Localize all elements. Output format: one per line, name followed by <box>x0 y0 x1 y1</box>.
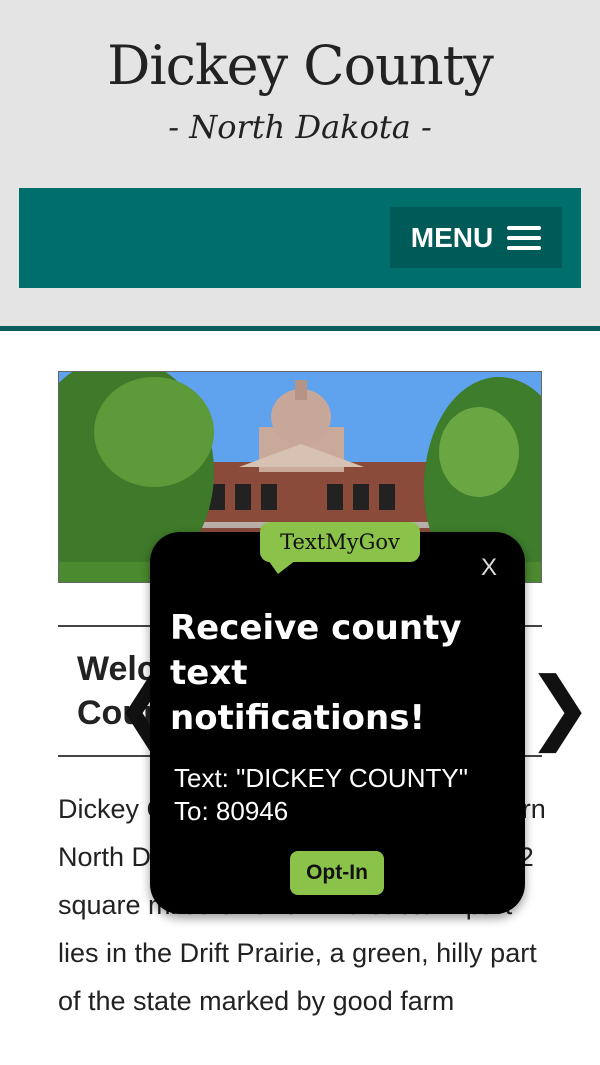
opt-in-button[interactable]: Opt-In <box>290 851 384 895</box>
popup-sms-instructions: Text: "DICKEY COUNTY" To: 80946 <box>174 763 468 826</box>
menu-label: MENU <box>410 221 494 253</box>
site-header: Dickey County - North Dakota - MENU <box>0 0 600 326</box>
slider-next-arrow[interactable]: ❯ <box>526 667 593 747</box>
textmygov-badge: TextMyGov <box>260 522 420 562</box>
site-title[interactable]: Dickey County <box>0 34 600 97</box>
speech-bubble-tail-icon <box>268 560 296 574</box>
menu-button[interactable]: MENU <box>390 207 562 268</box>
hamburger-icon <box>507 225 542 250</box>
site-subtitle: - North Dakota - <box>168 108 432 146</box>
textmygov-popup: TextMyGov X Receive county text notifica… <box>150 522 525 914</box>
popup-heading: Receive county text notifications! <box>170 608 462 738</box>
nav-bar: MENU <box>19 188 581 288</box>
close-button[interactable]: X <box>481 554 497 582</box>
